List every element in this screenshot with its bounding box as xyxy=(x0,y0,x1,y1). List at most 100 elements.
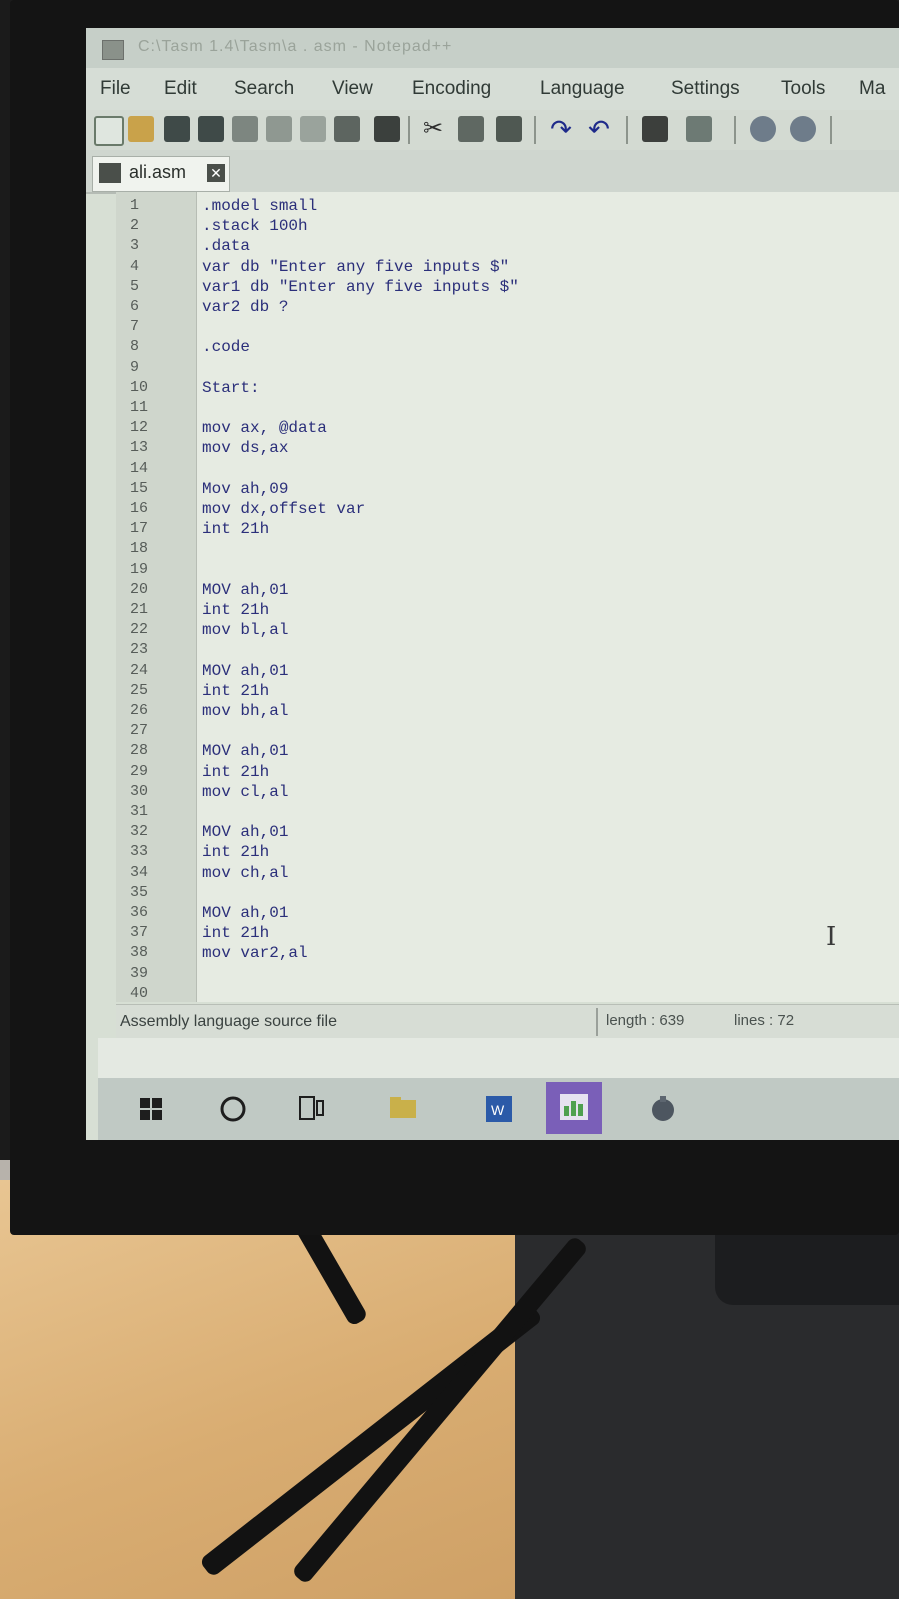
line-number: 32 xyxy=(130,823,149,841)
code-line[interactable]: .model small xyxy=(202,196,317,216)
code-line[interactable]: int 21h xyxy=(202,842,269,862)
code-line[interactable]: MOV ah,01 xyxy=(202,822,288,842)
code-line[interactable]: MOV ah,01 xyxy=(202,580,288,600)
menu-edit[interactable]: Edit xyxy=(164,78,197,100)
line-number: 5 xyxy=(130,277,140,295)
zoom-in-icon[interactable] xyxy=(750,116,776,142)
code-line[interactable]: int 21h xyxy=(202,762,269,782)
toolbar-separator xyxy=(626,116,628,144)
code-line[interactable]: mov ds,ax xyxy=(202,438,288,458)
menu-file[interactable]: File xyxy=(100,78,131,100)
menu-macro[interactable]: Ma xyxy=(859,78,885,100)
menu-bar: File Edit Search View Encoding Language … xyxy=(86,68,899,110)
print-icon[interactable] xyxy=(300,116,326,142)
status-divider xyxy=(596,1008,598,1036)
line-number: 37 xyxy=(130,924,149,942)
word-button[interactable]: W xyxy=(474,1084,524,1134)
close-icon[interactable] xyxy=(232,116,258,142)
menu-search[interactable]: Search xyxy=(234,78,294,100)
replace-icon[interactable] xyxy=(686,116,712,142)
close-all-icon[interactable] xyxy=(266,116,292,142)
redo-icon[interactable]: ↶ xyxy=(586,116,612,142)
zoom-out-icon[interactable] xyxy=(790,116,816,142)
code-line[interactable]: .code xyxy=(202,337,250,357)
code-line[interactable]: var db "Enter any five inputs $" xyxy=(202,257,509,277)
menu-language[interactable]: Language xyxy=(540,78,625,100)
code-line[interactable]: Start: xyxy=(202,378,260,398)
save-state-icon xyxy=(99,163,121,183)
svg-text:W: W xyxy=(491,1102,505,1118)
toolbar-separator xyxy=(534,116,536,144)
line-number: 6 xyxy=(130,298,140,315)
line-number: 26 xyxy=(130,702,149,719)
code-line[interactable]: mov bl,al xyxy=(202,620,288,640)
code-line[interactable]: var1 db "Enter any five inputs $" xyxy=(202,277,519,297)
undo-icon[interactable]: ↷ xyxy=(548,116,574,142)
editor[interactable]: .model small .stack 100h .data var db "Ente… xyxy=(116,192,899,1002)
line-number: 36 xyxy=(130,904,149,921)
code-line[interactable]: .stack 100h xyxy=(202,216,308,236)
line-number: 25 xyxy=(130,681,149,699)
menu-view[interactable]: View xyxy=(332,78,373,100)
code-line[interactable]: mov ax, @data xyxy=(202,418,327,438)
print-icon-3[interactable] xyxy=(374,116,400,142)
line-number: 31 xyxy=(130,803,149,820)
powerpoint-button[interactable] xyxy=(546,1082,602,1134)
paste-icon[interactable] xyxy=(496,116,522,142)
code-line[interactable]: mov ch,al xyxy=(202,863,288,883)
app-icon xyxy=(652,1096,674,1121)
save-icon[interactable] xyxy=(164,116,190,142)
save-all-icon[interactable] xyxy=(198,116,224,142)
line-number: 13 xyxy=(130,439,149,457)
code-line[interactable]: var2 db ? xyxy=(202,297,288,317)
line-number: 2 xyxy=(130,217,140,235)
print-icon-2[interactable] xyxy=(334,116,360,142)
menu-encoding[interactable]: Encoding xyxy=(412,78,491,100)
open-file-icon[interactable] xyxy=(128,116,154,142)
code-line[interactable]: mov var2,al xyxy=(202,943,308,963)
app-button[interactable] xyxy=(638,1084,688,1134)
cut-icon[interactable]: ✂ xyxy=(420,116,446,142)
code-line[interactable]: .data xyxy=(202,236,250,256)
toolbar-separator xyxy=(408,116,410,144)
find-icon[interactable] xyxy=(642,116,668,142)
new-file-icon[interactable] xyxy=(94,116,124,146)
code-line[interactable]: MOV ah,01 xyxy=(202,661,288,681)
tab-bar: ali.asm ✕ xyxy=(86,150,899,194)
status-lines: lines : 72 xyxy=(734,1012,795,1029)
copy-icon[interactable] xyxy=(458,116,484,142)
monitor-bezel: C:\Tasm 1.4\Tasm\a . asm - Notepad++ Fil… xyxy=(10,0,899,1235)
text-cursor-icon: I xyxy=(826,922,837,952)
line-number: 18 xyxy=(130,540,149,558)
code-line[interactable]: int 21h xyxy=(202,519,269,539)
file-explorer-button[interactable] xyxy=(378,1084,428,1134)
code-line[interactable]: mov bh,al xyxy=(202,701,288,721)
line-number: 29 xyxy=(130,762,149,780)
line-number: 23 xyxy=(130,641,149,659)
start-button[interactable] xyxy=(126,1084,176,1134)
code-line[interactable]: mov dx,offset var xyxy=(202,499,365,519)
code-line[interactable]: int 21h xyxy=(202,600,269,620)
line-number: 22 xyxy=(130,621,149,639)
code-area[interactable]: .model small .stack 100h .data var db "Ente… xyxy=(196,192,899,1002)
line-number: 10 xyxy=(130,378,149,396)
tab-ali-asm[interactable]: ali.asm ✕ xyxy=(92,156,230,192)
code-line[interactable]: int 21h xyxy=(202,681,269,701)
line-number: 40 xyxy=(130,984,149,1002)
code-line[interactable]: Mov ah,09 xyxy=(202,479,288,499)
line-number: 7 xyxy=(130,318,140,336)
notepad-icon xyxy=(102,40,124,60)
code-line[interactable]: MOV ah,01 xyxy=(202,741,288,761)
word-icon: W xyxy=(486,1096,512,1122)
task-view-icon xyxy=(299,1096,324,1120)
line-number: 3 xyxy=(130,237,140,255)
menu-tools[interactable]: Tools xyxy=(781,78,825,100)
cortana-button[interactable] xyxy=(208,1084,258,1134)
line-number: 4 xyxy=(130,257,140,275)
code-line[interactable]: MOV ah,01 xyxy=(202,903,288,923)
menu-settings[interactable]: Settings xyxy=(671,78,740,100)
task-view-button[interactable] xyxy=(286,1084,336,1134)
code-line[interactable]: int 21h xyxy=(202,923,269,943)
code-line[interactable]: mov cl,al xyxy=(202,782,288,802)
close-icon[interactable]: ✕ xyxy=(207,164,225,182)
